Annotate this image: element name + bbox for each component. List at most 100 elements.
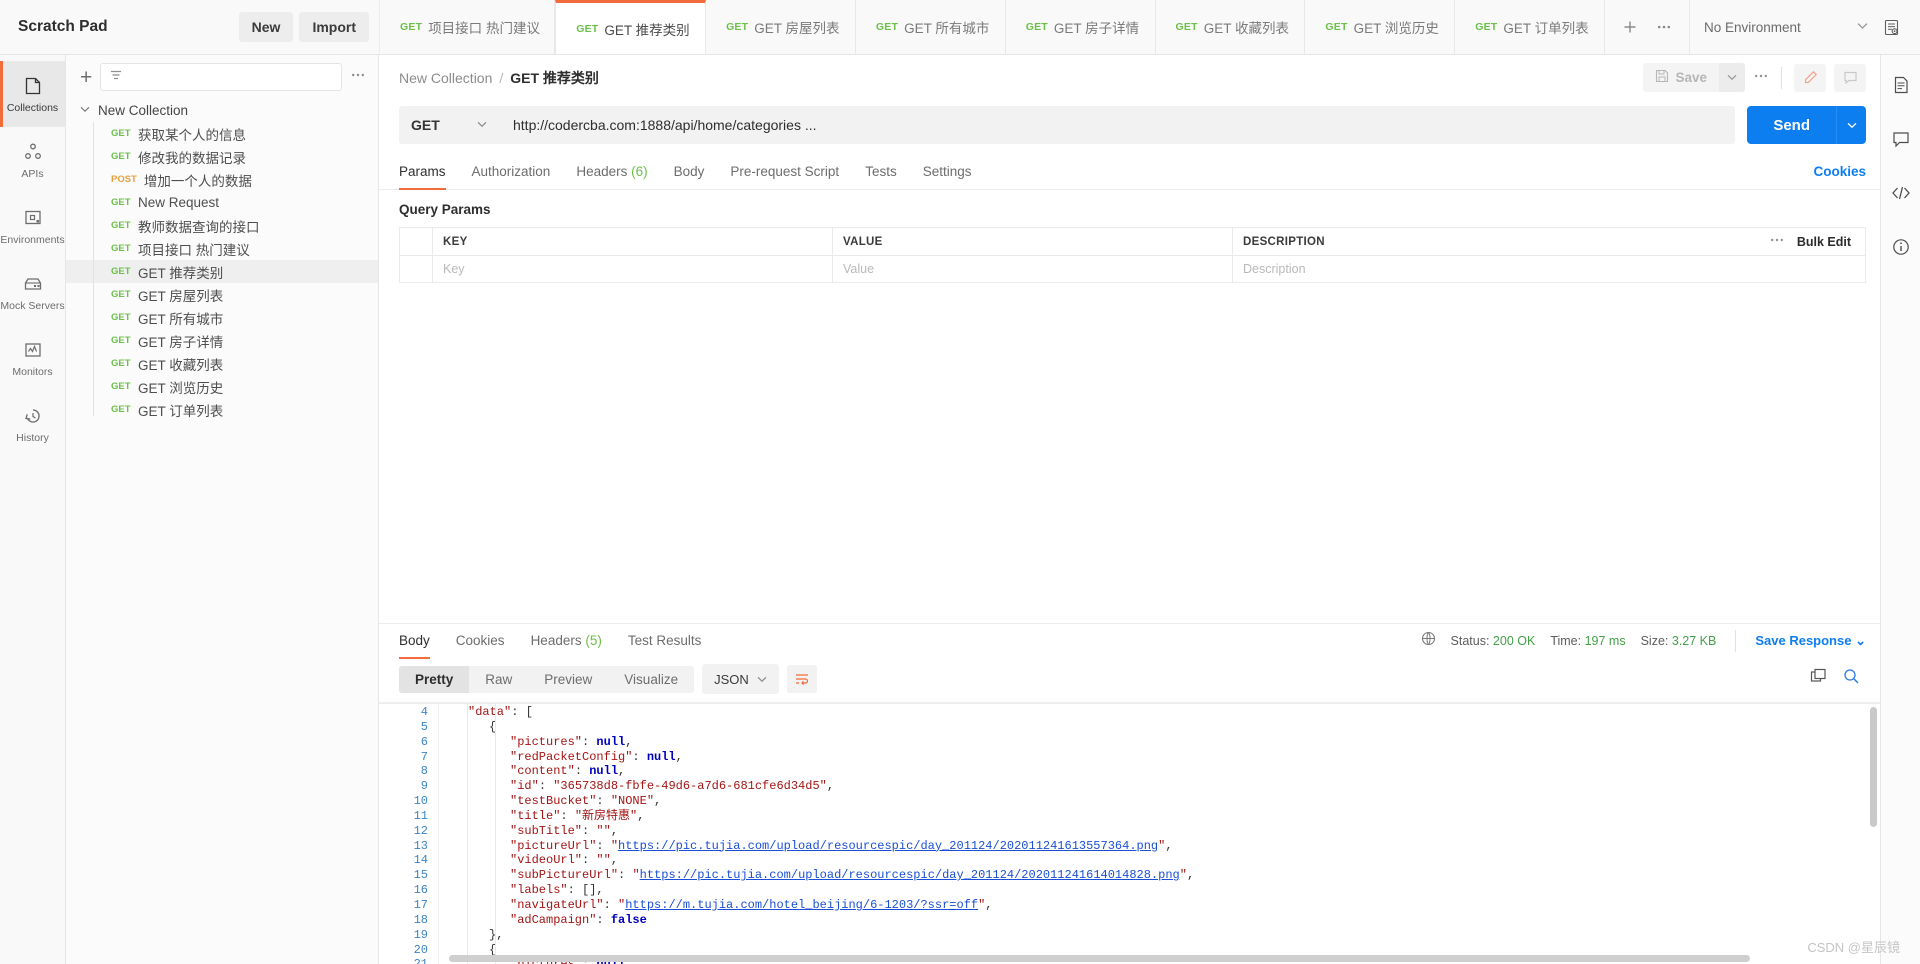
line-number: 15 xyxy=(413,868,428,883)
request-tab-body[interactable]: Body xyxy=(661,156,718,189)
request-tab[interactable]: GET GET 收藏列表 xyxy=(1155,0,1306,54)
sidebar-toolbar: + xyxy=(66,55,378,99)
filter-input[interactable] xyxy=(100,63,342,91)
search-icon[interactable] xyxy=(1843,668,1860,690)
request-tab[interactable]: GET GET 房屋列表 xyxy=(706,0,856,54)
code-token[interactable]: https://m.tujia.com/hotel_beijing/6-1203… xyxy=(625,898,978,912)
ellipsis-icon[interactable] xyxy=(1769,233,1785,251)
rail-item-collections[interactable]: Collections xyxy=(0,61,65,127)
comment-icon[interactable] xyxy=(1834,63,1866,92)
rail-item-monitors[interactable]: Monitors xyxy=(0,325,65,391)
ellipsis-icon[interactable] xyxy=(350,68,366,87)
request-tab[interactable]: GET GET 订单列表 xyxy=(1455,0,1605,54)
rail-item-environments[interactable]: Environments xyxy=(0,193,65,259)
code-token[interactable]: https://pic.tujia.com/upload/resourcespi… xyxy=(618,839,1158,853)
view-mode-visualize[interactable]: Visualize xyxy=(608,666,694,693)
request-list-item[interactable]: GET GET 浏览历史 xyxy=(66,375,378,398)
save-response-button[interactable]: Save Response ⌄ xyxy=(1755,633,1866,649)
cookies-link[interactable]: Cookies xyxy=(1813,164,1866,189)
method-select[interactable]: GET xyxy=(399,106,499,144)
request-list-item[interactable]: GET 获取某个人的信息 xyxy=(66,122,378,145)
import-button[interactable]: Import xyxy=(299,12,369,42)
info-icon[interactable] xyxy=(1889,235,1913,259)
row-key-cell[interactable]: Key xyxy=(433,256,833,282)
request-tab-headers[interactable]: Headers (6) xyxy=(563,156,660,189)
request-list-item[interactable]: GET GET 所有城市 xyxy=(66,306,378,329)
pencil-icon[interactable] xyxy=(1794,63,1826,92)
environment-selector[interactable]: No Environment xyxy=(1690,0,1920,54)
header-value: VALUE xyxy=(833,228,1233,255)
code-token: : xyxy=(596,912,611,927)
response-tab-body[interactable]: Body xyxy=(399,625,443,659)
request-method: GET xyxy=(111,358,131,369)
row-checkbox-cell[interactable] xyxy=(400,256,433,282)
request-list-item[interactable]: GET 教师数据查询的接口 xyxy=(66,214,378,237)
request-list-item[interactable]: GET 项目接口 热门建议 xyxy=(66,237,378,260)
chevron-down-icon[interactable] xyxy=(80,105,90,116)
rail-item-apis[interactable]: APIs xyxy=(0,127,65,193)
url-input[interactable]: http://codercba.com:1888/api/home/catego… xyxy=(499,106,1736,144)
comments-icon[interactable] xyxy=(1889,127,1913,151)
request-list-item[interactable]: GET GET 推荐类别 xyxy=(66,260,378,283)
request-tab-tests[interactable]: Tests xyxy=(852,156,910,189)
request-tab[interactable]: GET GET 浏览历史 xyxy=(1305,0,1456,54)
rail-item-mock-servers[interactable]: Mock Servers xyxy=(0,259,65,325)
response-tab-cookies[interactable]: Cookies xyxy=(443,625,518,658)
request-tab-authorization[interactable]: Authorization xyxy=(459,156,564,189)
size-label: Size: xyxy=(1640,634,1669,648)
request-tab[interactable]: GET GET 房子详情 xyxy=(1005,0,1156,54)
horizontal-scrollbar[interactable] xyxy=(449,955,1750,962)
response-tab-test-results[interactable]: Test Results xyxy=(615,625,715,658)
response-meta: Status: 200 OK Time: 197 ms Size: 3.27 K… xyxy=(1421,630,1866,652)
header-value-label: VALUE xyxy=(843,235,883,248)
new-button[interactable]: New xyxy=(238,12,294,42)
code-token: , xyxy=(610,823,619,838)
row-value-cell[interactable]: Value xyxy=(833,256,1233,282)
request-list-item[interactable]: GET New Request xyxy=(66,191,378,214)
code-snippet-icon[interactable] xyxy=(1889,181,1913,205)
breadcrumb-collection[interactable]: New Collection xyxy=(399,70,492,86)
wrap-lines-icon[interactable] xyxy=(786,665,817,693)
request-name: 项目接口 热门建议 xyxy=(138,242,250,258)
view-mode-raw[interactable]: Raw xyxy=(469,666,528,693)
plus-icon[interactable]: + xyxy=(80,67,92,88)
request-list-item[interactable]: GET 修改我的数据记录 xyxy=(66,145,378,168)
request-list-item[interactable]: POST 增加一个人的数据 xyxy=(66,168,378,191)
send-options-caret[interactable] xyxy=(1836,106,1866,144)
response-body-code[interactable]: 4567891011121314151617181920212223242526… xyxy=(379,702,1880,964)
collection-row[interactable]: New Collection xyxy=(66,99,378,122)
json-code-content[interactable]: "data": [{"pictures": null, "redPacketCon… xyxy=(439,703,1880,964)
row-description-cell[interactable]: Description xyxy=(1233,256,1865,282)
response-format-select[interactable]: JSON xyxy=(702,664,779,694)
response-tab-headers[interactable]: Headers (5) xyxy=(518,625,615,658)
params-table-row[interactable]: Key Value Description xyxy=(400,256,1865,283)
request-tab[interactable]: GET GET 推荐类别 xyxy=(555,0,707,54)
request-tab-settings[interactable]: Settings xyxy=(910,156,985,189)
ellipsis-icon[interactable] xyxy=(1753,69,1769,87)
request-tab-pre-request-script[interactable]: Pre-request Script xyxy=(717,156,852,189)
code-token[interactable]: https://pic.tujia.com/upload/resourcespi… xyxy=(640,868,1180,882)
request-list-item[interactable]: GET GET 房子详情 xyxy=(66,329,378,352)
send-button[interactable]: Send xyxy=(1747,106,1836,144)
plus-icon[interactable] xyxy=(1615,12,1645,42)
environment-quick-look-icon[interactable] xyxy=(1876,12,1906,42)
request-tab[interactable]: GET GET 所有城市 xyxy=(855,0,1006,54)
ellipsis-icon[interactable] xyxy=(1649,12,1679,42)
view-mode-preview[interactable]: Preview xyxy=(528,666,608,693)
vertical-scrollbar[interactable] xyxy=(1870,707,1877,827)
request-tab-params[interactable]: Params xyxy=(399,156,459,190)
view-mode-pretty[interactable]: Pretty xyxy=(399,665,470,693)
bulk-edit-button[interactable]: Bulk Edit xyxy=(1797,235,1851,249)
rail-item-history[interactable]: History xyxy=(0,391,65,457)
save-options-caret[interactable] xyxy=(1719,63,1745,92)
save-button[interactable]: Save xyxy=(1643,63,1719,92)
select-all-checkbox-cell[interactable] xyxy=(400,228,433,255)
documentation-icon[interactable] xyxy=(1889,73,1913,97)
line-number: 20 xyxy=(413,942,428,957)
request-tab[interactable]: GET 项目接口 热门建议 xyxy=(380,0,556,54)
request-list-item[interactable]: GET GET 订单列表 xyxy=(66,398,378,421)
copy-icon[interactable] xyxy=(1810,668,1827,690)
request-list-item[interactable]: GET GET 房屋列表 xyxy=(66,283,378,306)
request-list-item[interactable]: GET GET 收藏列表 xyxy=(66,352,378,375)
code-token: "id" xyxy=(510,779,539,794)
